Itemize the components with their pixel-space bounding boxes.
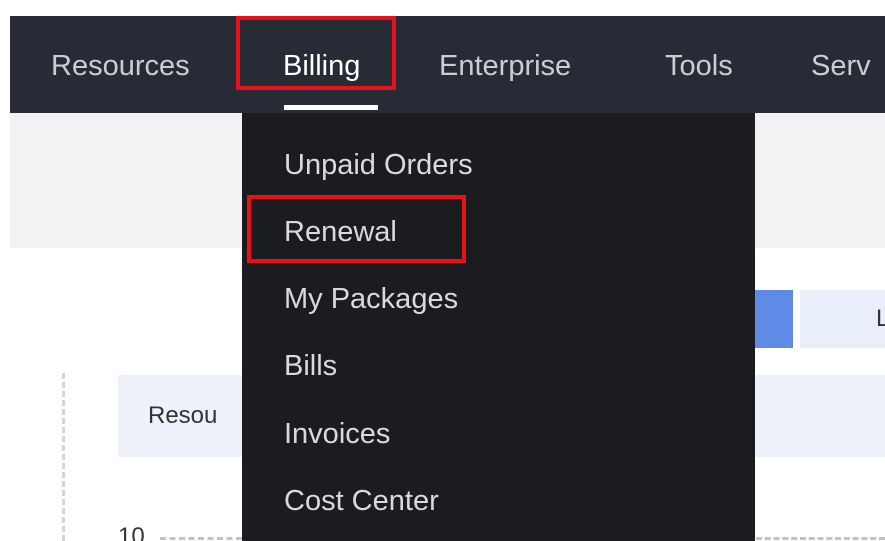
active-nav-indicator xyxy=(284,105,378,110)
page-size-select[interactable]: 10 xyxy=(118,522,145,541)
page-size-underline xyxy=(160,537,242,540)
menu-item-bills[interactable]: Bills xyxy=(284,336,337,396)
nav-item-tools[interactable]: Tools xyxy=(665,16,733,113)
nav-item-service[interactable]: Serv xyxy=(811,16,871,113)
menu-item-invoices[interactable]: Invoices xyxy=(284,404,390,464)
billing-dropdown-menu: Unpaid Orders Renewal My Packages Bills … xyxy=(242,113,755,541)
nav-item-resources[interactable]: Resources xyxy=(51,16,190,113)
menu-item-cost-center[interactable]: Cost Center xyxy=(284,471,439,531)
menu-item-my-packages[interactable]: My Packages xyxy=(284,269,458,329)
resource-column-header: Resou xyxy=(148,402,218,429)
pagination-underline xyxy=(756,537,885,540)
console-page: L Resou 10 Resources Billing Enterprise … xyxy=(0,0,885,541)
secondary-tab-button[interactable]: L xyxy=(800,290,885,348)
menu-item-renewal[interactable]: Renewal xyxy=(284,202,397,262)
menu-item-unpaid-orders[interactable]: Unpaid Orders xyxy=(284,135,473,195)
divider-line xyxy=(62,373,65,541)
top-navigation-bar: Resources Billing Enterprise Tools Serv xyxy=(10,16,885,113)
nav-item-billing[interactable]: Billing xyxy=(283,16,360,113)
nav-item-enterprise[interactable]: Enterprise xyxy=(439,16,571,113)
